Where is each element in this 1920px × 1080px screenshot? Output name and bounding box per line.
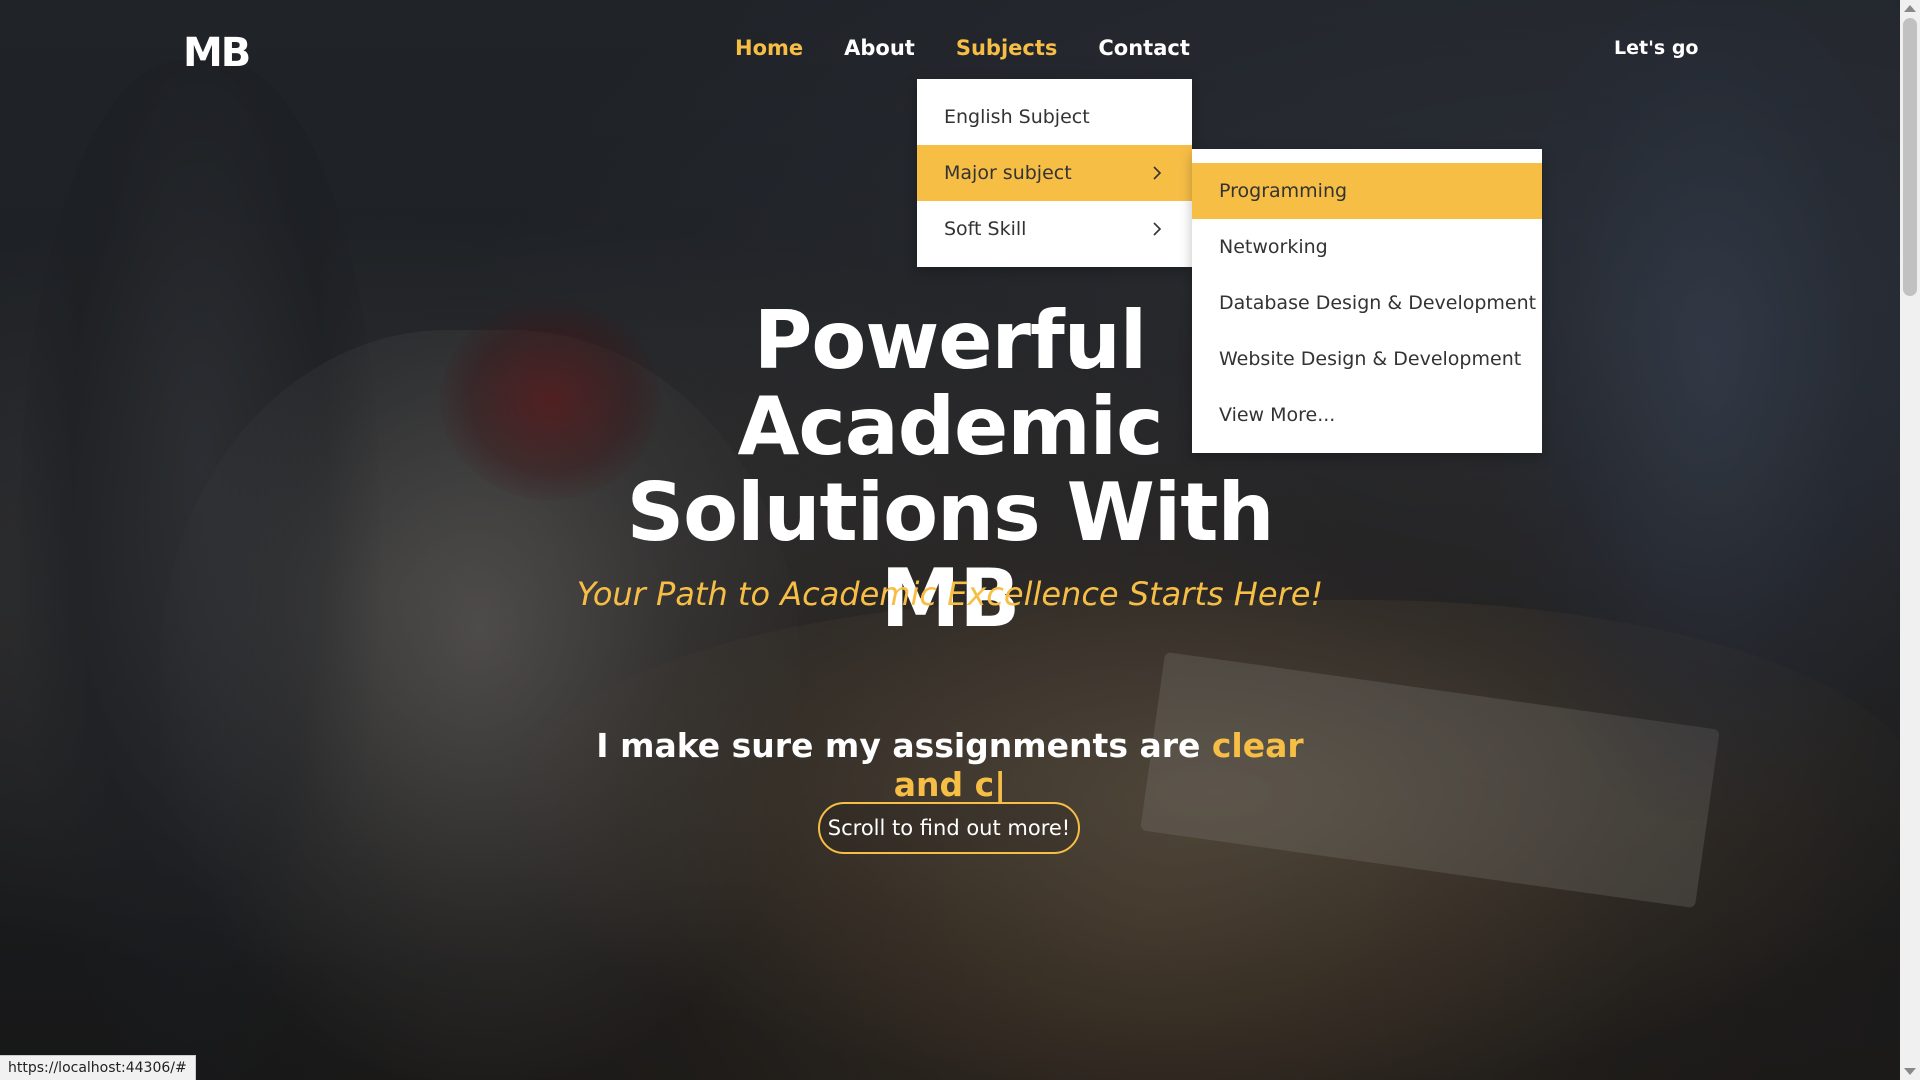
dropdown-item-major-subject[interactable]: Major subject xyxy=(917,145,1192,201)
scrollbar-thumb[interactable] xyxy=(1903,18,1917,296)
hero-title-line-3: Solutions With MB xyxy=(626,466,1275,645)
site-logo[interactable]: MB xyxy=(183,30,251,76)
chevron-right-icon xyxy=(1153,222,1162,236)
page-scrollbar[interactable] xyxy=(1900,0,1920,1080)
lets-go-button[interactable]: Let's go xyxy=(1614,37,1698,59)
typing-static-text: I make sure my assignments are xyxy=(596,726,1212,765)
nav-about[interactable]: About xyxy=(844,36,915,60)
scroll-down-arrow-icon[interactable] xyxy=(1904,1068,1916,1075)
dropdown-item-label: Major subject xyxy=(944,162,1072,184)
scroll-up-arrow-icon[interactable] xyxy=(1904,5,1916,12)
hero-subtitle: Your Path to Academic Excellence Starts … xyxy=(576,575,1324,613)
chevron-right-icon xyxy=(1153,166,1162,180)
dropdown-item-soft-skill[interactable]: Soft Skill xyxy=(917,201,1192,257)
page: MB Home About Subjects Contact Let's go … xyxy=(0,0,1920,1080)
scroll-down-button[interactable]: Scroll to find out more! xyxy=(818,802,1080,854)
dropdown-item-english-subject[interactable]: English Subject xyxy=(917,89,1192,145)
dropdown-item-label: Soft Skill xyxy=(944,218,1027,240)
submenu-item-networking[interactable]: Networking xyxy=(1192,219,1542,275)
typing-text: I make sure my assignments are clear and… xyxy=(560,726,1340,804)
nav-home[interactable]: Home xyxy=(735,36,803,60)
subjects-dropdown: English Subject Major subject Soft Skill xyxy=(917,79,1192,267)
nav-contact[interactable]: Contact xyxy=(1098,36,1190,60)
dropdown-item-label: English Subject xyxy=(944,106,1090,128)
nav-subjects[interactable]: Subjects xyxy=(956,36,1058,60)
browser-status-bar: https://localhost:44306/# xyxy=(0,1055,196,1080)
hero-title-line-2: Academic xyxy=(737,380,1163,473)
hero-title-line-1: Powerful xyxy=(753,294,1147,387)
submenu-item-programming[interactable]: Programming xyxy=(1192,163,1542,219)
main-nav: Home About Subjects Contact xyxy=(735,36,1231,60)
